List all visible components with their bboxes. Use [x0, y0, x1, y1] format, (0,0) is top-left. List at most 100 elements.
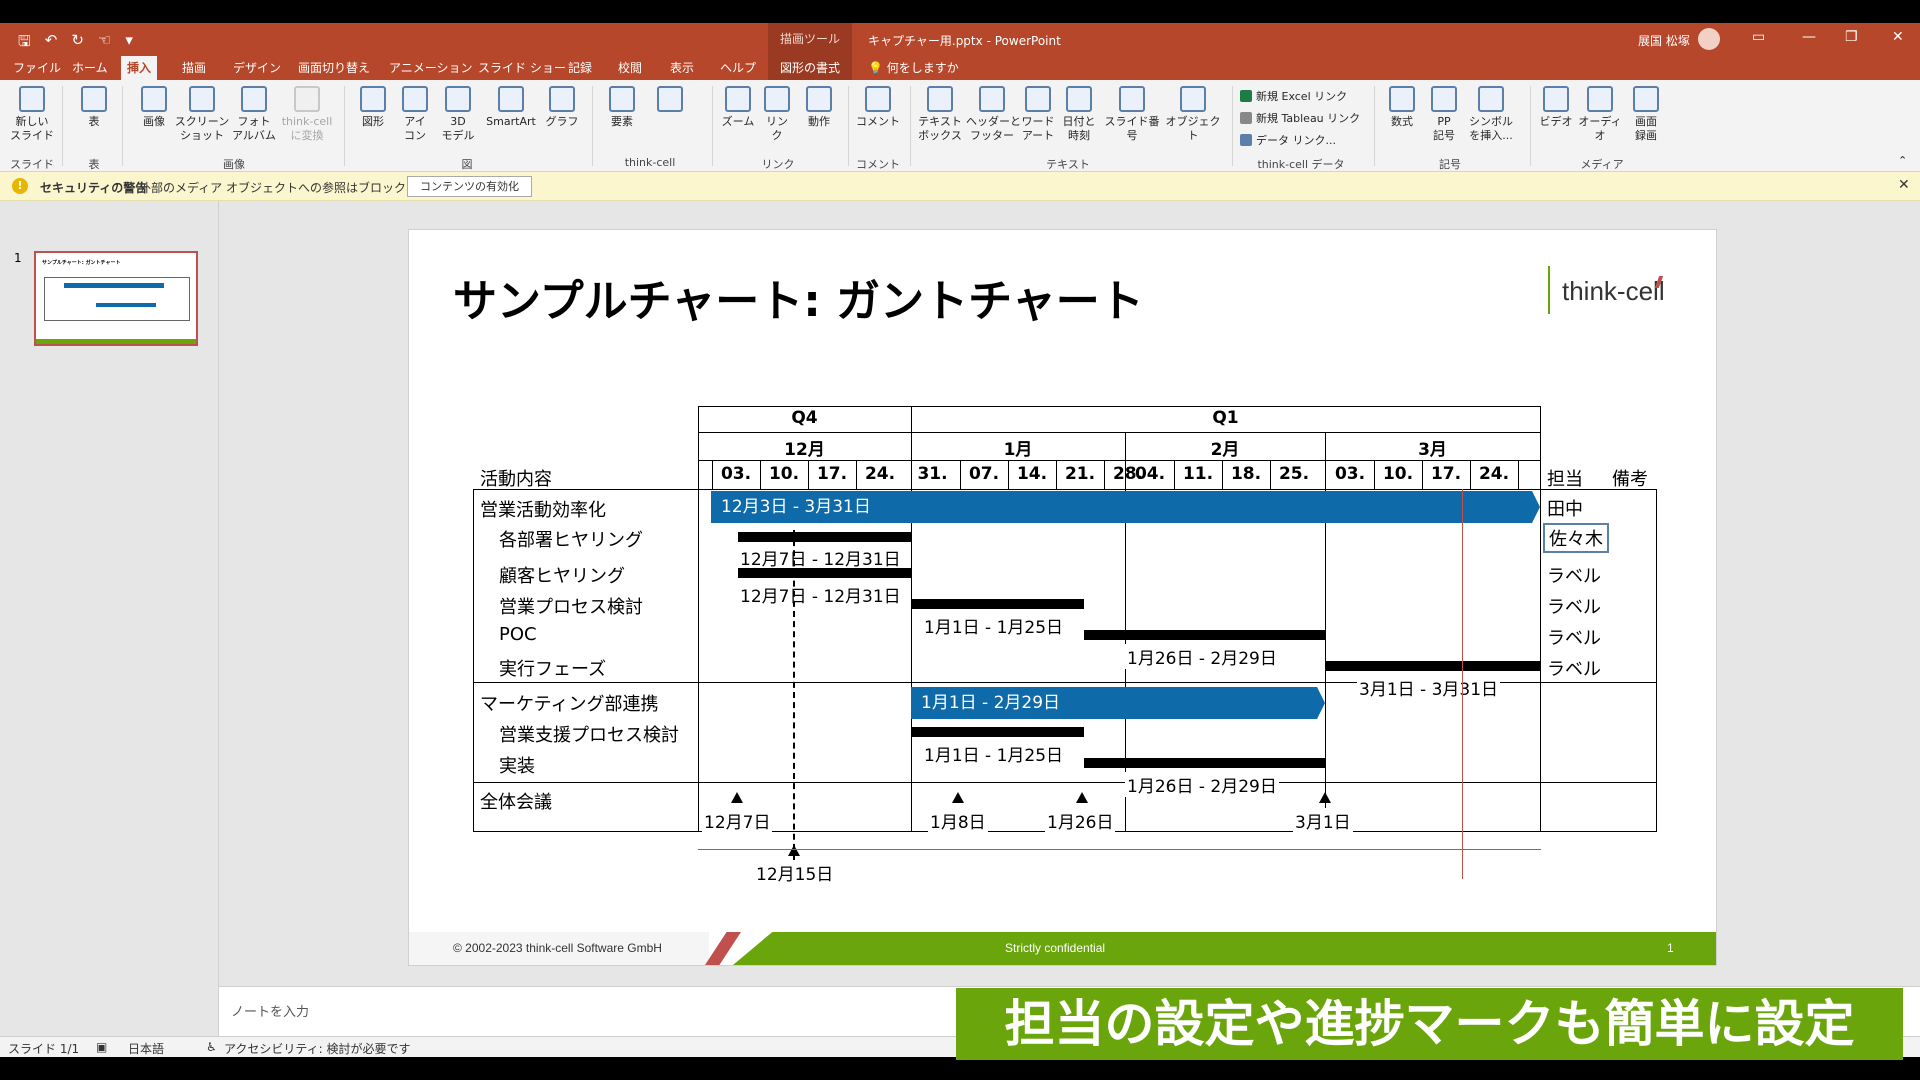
task-bar[interactable]: [911, 727, 1084, 737]
pp-symbol-button[interactable]: PP 記号: [1424, 86, 1464, 143]
today-line[interactable]: [793, 530, 795, 860]
textbox-button[interactable]: テキスト ボックス: [914, 86, 966, 143]
owner-label[interactable]: 田中: [1547, 495, 1583, 521]
audio-button[interactable]: オーディオ: [1576, 86, 1624, 143]
minimize-icon[interactable]: —: [1802, 29, 1816, 45]
task-bar-label[interactable]: 1月1日 - 1月25日: [922, 613, 1066, 638]
new-slide-button[interactable]: 新しい スライド: [8, 86, 56, 143]
table-button[interactable]: 表: [74, 86, 114, 129]
milestone-marker[interactable]: [1319, 792, 1331, 803]
icons-button[interactable]: アイ コン: [396, 86, 434, 143]
smartart-button[interactable]: SmartArt: [482, 86, 540, 129]
user-name[interactable]: 展国 松塚: [1638, 32, 1690, 49]
screen-record-button[interactable]: 画面 録画: [1624, 86, 1668, 143]
customize-qat-icon[interactable]: ▾: [125, 31, 133, 56]
today-label[interactable]: 12月15日: [754, 860, 836, 885]
milestone-label[interactable]: 1月26日: [1045, 808, 1116, 833]
milestone-label[interactable]: 1月8日: [928, 808, 988, 833]
tab-shape-format[interactable]: 図形の書式: [768, 56, 852, 80]
touch-mode-icon[interactable]: ☜: [98, 31, 111, 56]
image-button[interactable]: 画像: [132, 86, 176, 129]
header-footer-button[interactable]: ヘッダーと フッター: [966, 86, 1021, 143]
slide-canvas[interactable]: サンプルチャート: ガントチャート think-cell Q4 Q1 12月 1…: [409, 230, 1716, 965]
link-button[interactable]: リン ク: [758, 86, 796, 143]
owner-label[interactable]: ラベル: [1547, 593, 1601, 619]
task-bar[interactable]: [911, 599, 1084, 609]
new-excel-link-button[interactable]: 新規 Excel リンク: [1240, 88, 1347, 104]
tab-home[interactable]: ホーム: [66, 56, 114, 80]
owner-label[interactable]: ラベル: [1547, 655, 1601, 681]
accessibility-icon[interactable]: ♿: [206, 1040, 217, 1054]
status-slide-count[interactable]: スライド 1/1: [8, 1040, 79, 1057]
activity-name[interactable]: POC: [499, 624, 537, 645]
tab-view[interactable]: 表示: [664, 56, 700, 80]
close-icon[interactable]: ✕: [1898, 177, 1910, 193]
tab-help[interactable]: ヘルプ: [714, 56, 762, 80]
owner-label[interactable]: ラベル: [1547, 624, 1601, 650]
activity-name[interactable]: 実行フェーズ: [499, 655, 606, 681]
3d-models-button[interactable]: 3D モデル: [436, 86, 480, 143]
status-accessibility[interactable]: アクセシビリティ: 検討が必要です: [224, 1040, 411, 1057]
activity-name[interactable]: 実装: [499, 752, 535, 778]
tab-insert[interactable]: 挿入: [121, 56, 158, 80]
task-bar-label[interactable]: 12月7日 - 12月31日: [738, 545, 903, 570]
video-button[interactable]: ビデオ: [1536, 86, 1576, 129]
owner-label[interactable]: ラベル: [1547, 562, 1601, 588]
task-bar-label[interactable]: 1月26日 - 2月29日: [1125, 644, 1279, 669]
datetime-button[interactable]: 日付と 時刻: [1058, 86, 1100, 143]
new-tableau-link-button[interactable]: 新規 Tableau リンク: [1240, 110, 1360, 126]
thinkcell-convert-button[interactable]: think-cell に変換: [278, 86, 336, 143]
object-button[interactable]: オブジェクト: [1164, 86, 1222, 143]
collapse-ribbon-icon[interactable]: ⌃: [1898, 154, 1907, 167]
milestone-label[interactable]: 12月7日: [702, 808, 773, 833]
owner-label-selected[interactable]: 佐々木: [1543, 523, 1609, 553]
milestone-marker[interactable]: [731, 792, 743, 803]
task-bar[interactable]: [1325, 661, 1540, 671]
activity-name[interactable]: 営業プロセス検討: [499, 593, 643, 619]
thinkcell-small-tools[interactable]: [646, 86, 694, 115]
activity-name[interactable]: マーケティング部連携: [480, 690, 659, 716]
redo-icon[interactable]: ↻: [71, 31, 84, 56]
task-bar-label[interactable]: 1月26日 - 2月29日: [1125, 772, 1279, 797]
tab-draw[interactable]: 描画: [176, 56, 212, 80]
task-bar[interactable]: [738, 568, 911, 578]
activity-name[interactable]: 営業活動効率化: [480, 496, 606, 522]
tab-file[interactable]: ファイル: [7, 56, 67, 80]
avatar[interactable]: [1698, 28, 1720, 50]
task-bar[interactable]: [1084, 758, 1325, 768]
tell-me-search[interactable]: 💡 何をしますか: [862, 56, 965, 80]
activity-name[interactable]: 顧客ヒヤリング: [499, 562, 625, 588]
chart-button[interactable]: グラフ: [544, 86, 580, 129]
tab-record[interactable]: 記録: [562, 56, 598, 80]
ribbon-display-icon[interactable]: ▭: [1752, 29, 1765, 45]
zoom-button[interactable]: ズーム: [718, 86, 758, 129]
milestone-marker[interactable]: [1076, 792, 1088, 803]
task-bar-label[interactable]: 3月1日 - 3月31日: [1357, 675, 1501, 700]
equation-button[interactable]: 数式: [1382, 86, 1422, 129]
summary-bar[interactable]: 1月1日 - 2月29日: [911, 687, 1325, 719]
task-bar-label[interactable]: 12月7日 - 12月31日: [738, 582, 903, 607]
today-marker[interactable]: [788, 845, 800, 856]
tab-transitions[interactable]: 画面切り替え: [292, 56, 376, 80]
save-icon[interactable]: 🖫: [18, 31, 31, 56]
wordart-button[interactable]: ワード アート: [1018, 86, 1058, 143]
spellcheck-icon[interactable]: ▣: [96, 1040, 107, 1054]
task-bar[interactable]: [1084, 630, 1325, 640]
tab-review[interactable]: 校閲: [612, 56, 648, 80]
data-link-button[interactable]: データ リンク...: [1240, 132, 1336, 148]
slide-title[interactable]: サンプルチャート: ガントチャート: [453, 265, 1144, 329]
slide-thumbnail[interactable]: サンプルチャート: ガントチャート: [34, 251, 198, 346]
symbol-insert-button[interactable]: シンボル を挿入...: [1464, 86, 1518, 143]
photo-album-button[interactable]: フォト アルバム: [228, 86, 280, 143]
shapes-button[interactable]: 図形: [354, 86, 392, 129]
task-bar[interactable]: [738, 532, 911, 542]
screenshot-button[interactable]: スクリーン ショット: [174, 86, 230, 143]
restore-icon[interactable]: ❐: [1845, 29, 1858, 45]
activity-name[interactable]: 各部署ヒヤリング: [499, 526, 643, 552]
activity-name[interactable]: 全体会議: [480, 788, 552, 814]
status-language[interactable]: 日本語: [128, 1040, 164, 1057]
activity-name[interactable]: 営業支援プロセス検討: [499, 721, 679, 747]
undo-icon[interactable]: ↶: [45, 31, 58, 56]
slide-number-button[interactable]: スライド番号: [1100, 86, 1164, 143]
tab-animations[interactable]: アニメーション: [383, 56, 479, 80]
